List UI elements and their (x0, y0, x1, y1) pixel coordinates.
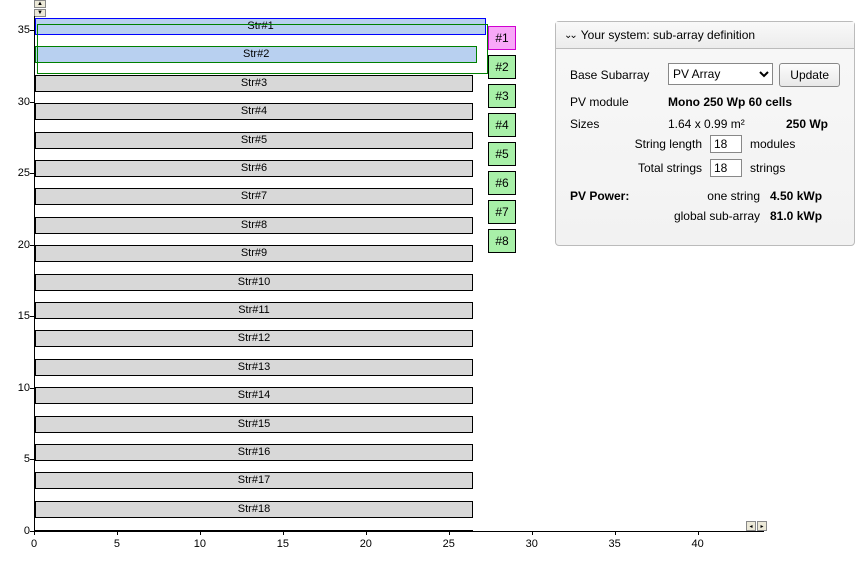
global-label: global sub-array (660, 209, 770, 223)
string-bar[interactable]: Str#14 (35, 387, 473, 404)
string-bar[interactable]: Str#11 (35, 302, 473, 319)
sizes-power: 250 Wp (786, 117, 840, 131)
y-tick: 5 (0, 453, 30, 465)
one-string-value: 4.50 kWp (770, 189, 840, 203)
string-bar[interactable]: Str#1 (35, 18, 486, 35)
string-bar[interactable]: Str#2 (35, 46, 477, 63)
scroll-up-button[interactable]: ▲ (34, 0, 46, 8)
id-tile[interactable]: #8 (488, 229, 516, 253)
subarray-panel: ⌄⌄ Your system: sub-array definition Bas… (555, 21, 855, 246)
x-tick: 35 (609, 538, 621, 550)
scroll-right-button[interactable]: ▸ (757, 521, 767, 531)
x-tick: 40 (692, 538, 704, 550)
total-strings-input[interactable] (710, 159, 742, 177)
y-tick: 15 (0, 310, 30, 322)
x-tick: 25 (443, 538, 455, 550)
collapse-icon: ⌄⌄ (564, 30, 575, 41)
id-tile[interactable]: #7 (488, 200, 516, 224)
id-tile[interactable]: #2 (488, 55, 516, 79)
sizes-label: Sizes (570, 117, 660, 131)
string-bar[interactable]: Str#6 (35, 160, 473, 177)
x-tick: 20 (360, 538, 372, 550)
string-bar[interactable]: Str#9 (35, 245, 473, 262)
pv-power-label: PV Power: (570, 189, 660, 229)
x-tick: 30 (526, 538, 538, 550)
y-tick: 35 (0, 24, 30, 36)
string-bar[interactable]: Str#16 (35, 444, 473, 461)
string-bar[interactable]: Str#15 (35, 416, 473, 433)
id-tile[interactable]: #3 (488, 84, 516, 108)
id-tile[interactable]: #5 (488, 142, 516, 166)
global-value: 81.0 kWp (770, 209, 840, 223)
string-bar[interactable]: Str#5 (35, 132, 473, 149)
y-tick: 10 (0, 382, 30, 394)
pv-module-value: Mono 250 Wp 60 cells (668, 95, 840, 109)
string-bar[interactable]: Str#17 (35, 472, 473, 489)
string-length-unit: modules (750, 137, 810, 151)
string-length-input[interactable] (710, 135, 742, 153)
string-bar[interactable]: Str#10 (35, 274, 473, 291)
id-tile[interactable]: #1 (488, 26, 516, 50)
string-bar[interactable]: Str#7 (35, 188, 473, 205)
string-bar[interactable]: Str#8 (35, 217, 473, 234)
total-strings-label: Total strings (570, 161, 710, 175)
panel-title: Your system: sub-array definition (581, 28, 755, 42)
strings-chart: ▲ ▼ 05101520253035 Str#1Str#2Str#3Str#4S… (0, 16, 485, 561)
id-palette: #1 #2 #3 #4 #5 #6 #7 #8 (488, 26, 518, 258)
x-tick: 5 (114, 538, 120, 550)
base-subarray-label: Base Subarray (570, 68, 660, 82)
y-tick: 0 (0, 525, 30, 537)
sizes-dims: 1.64 x 0.99 m² (668, 117, 778, 131)
y-tick: 30 (0, 96, 30, 108)
update-button[interactable]: Update (779, 63, 840, 87)
string-bar[interactable]: Str#4 (35, 103, 473, 120)
id-tile[interactable]: #4 (488, 113, 516, 137)
x-tick: 10 (194, 538, 206, 550)
string-bar[interactable]: Str#13 (35, 359, 473, 376)
id-tile[interactable]: #6 (488, 171, 516, 195)
x-tick: 15 (277, 538, 289, 550)
panel-header[interactable]: ⌄⌄ Your system: sub-array definition (556, 22, 854, 49)
y-tick: 20 (0, 239, 30, 251)
string-bar[interactable]: Str#3 (35, 75, 473, 92)
scroll-left-button[interactable]: ◂ (746, 521, 756, 531)
x-tick: 0 (31, 538, 37, 550)
one-string-label: one string (660, 189, 770, 203)
pv-module-label: PV module (570, 95, 660, 109)
string-bar[interactable]: Str#18 (35, 501, 473, 518)
total-strings-unit: strings (750, 161, 810, 175)
string-length-label: String length (570, 137, 710, 151)
string-bar[interactable]: Str#12 (35, 330, 473, 347)
y-tick: 25 (0, 167, 30, 179)
base-subarray-select[interactable]: PV Array (668, 63, 773, 85)
